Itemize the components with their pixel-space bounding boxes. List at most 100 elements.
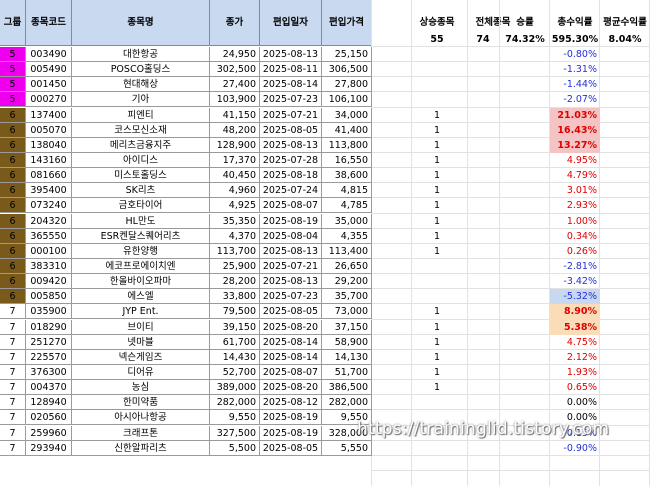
- cell-close[interactable]: 79,500: [210, 304, 260, 319]
- cell-group[interactable]: 6: [0, 244, 26, 259]
- cell-return[interactable]: -0.90%: [550, 441, 600, 456]
- cell-up-flag[interactable]: 1: [412, 304, 462, 319]
- cell-close[interactable]: 282,000: [210, 395, 260, 410]
- cell-close[interactable]: 103,900: [210, 92, 260, 107]
- cell-name[interactable]: 한올바이오파마: [72, 274, 210, 289]
- cell-close[interactable]: 128,900: [210, 138, 260, 153]
- cell-date[interactable]: 2025-08-14: [260, 77, 322, 92]
- cell-date[interactable]: 2025-08-19: [260, 214, 322, 229]
- cell-code[interactable]: 137400: [26, 108, 72, 123]
- cell-date[interactable]: 2025-08-18: [260, 168, 322, 183]
- cell-code[interactable]: 365550: [26, 229, 72, 244]
- cell-name[interactable]: 넥슨게임즈: [72, 350, 210, 365]
- cell-return[interactable]: 13.27%: [550, 138, 600, 153]
- cell-close[interactable]: 25,900: [210, 259, 260, 274]
- header-name[interactable]: 종목명: [72, 0, 210, 46]
- cell-name[interactable]: 코스모신소재: [72, 123, 210, 138]
- cell-up-flag[interactable]: 1: [412, 108, 462, 123]
- cell-close[interactable]: 302,500: [210, 62, 260, 77]
- cell-code[interactable]: 293940: [26, 441, 72, 456]
- cell-up-flag[interactable]: 1: [412, 153, 462, 168]
- cell-date[interactable]: 2025-08-12: [260, 395, 322, 410]
- cell-code[interactable]: 073240: [26, 198, 72, 213]
- cell-close[interactable]: 48,200: [210, 123, 260, 138]
- cell-entry[interactable]: 306,500: [322, 62, 372, 77]
- cell-up-flag[interactable]: 1: [412, 123, 462, 138]
- cell-date[interactable]: 2025-07-21: [260, 259, 322, 274]
- cell-entry[interactable]: 73,000: [322, 304, 372, 319]
- cell-entry[interactable]: 113,800: [322, 138, 372, 153]
- cell-group[interactable]: 6: [0, 168, 26, 183]
- cell-entry[interactable]: 4,355: [322, 229, 372, 244]
- cell-close[interactable]: 27,400: [210, 77, 260, 92]
- cell-group[interactable]: 7: [0, 426, 26, 441]
- cell-close[interactable]: 14,430: [210, 350, 260, 365]
- cell-group[interactable]: 7: [0, 441, 26, 456]
- cell-name[interactable]: 메리츠금융지주: [72, 138, 210, 153]
- cell-name[interactable]: ESR켄달스퀘어리츠: [72, 229, 210, 244]
- cell-date[interactable]: 2025-08-07: [260, 365, 322, 380]
- cell-name[interactable]: 피엔티: [72, 108, 210, 123]
- cell-return[interactable]: 1.93%: [550, 365, 600, 380]
- cell-group[interactable]: 7: [0, 380, 26, 395]
- cell-code[interactable]: 018290: [26, 320, 72, 335]
- cell-close[interactable]: 327,500: [210, 426, 260, 441]
- cell-return[interactable]: 3.01%: [550, 183, 600, 198]
- cell-up-flag[interactable]: 1: [412, 198, 462, 213]
- cell-name[interactable]: JYP Ent.: [72, 304, 210, 319]
- cell-return[interactable]: 4.75%: [550, 335, 600, 350]
- cell-entry[interactable]: 16,550: [322, 153, 372, 168]
- cell-return[interactable]: 16.43%: [550, 123, 600, 138]
- cell-return[interactable]: -2.81%: [550, 259, 600, 274]
- cell-close[interactable]: 39,150: [210, 320, 260, 335]
- cell-date[interactable]: 2025-08-05: [260, 123, 322, 138]
- cell-code[interactable]: 138040: [26, 138, 72, 153]
- cell-up-flag[interactable]: [412, 77, 462, 92]
- cell-group[interactable]: 6: [0, 153, 26, 168]
- cell-name[interactable]: 금호타이어: [72, 198, 210, 213]
- cell-group[interactable]: 5: [0, 62, 26, 77]
- cell-date[interactable]: 2025-08-14: [260, 335, 322, 350]
- cell-date[interactable]: 2025-07-28: [260, 153, 322, 168]
- cell-name[interactable]: POSCO홀딩스: [72, 62, 210, 77]
- cell-date[interactable]: 2025-08-05: [260, 441, 322, 456]
- cell-up-flag[interactable]: 1: [412, 365, 462, 380]
- cell-return[interactable]: -1.31%: [550, 62, 600, 77]
- cell-date[interactable]: 2025-08-20: [260, 320, 322, 335]
- cell-up-flag[interactable]: [412, 62, 462, 77]
- cell-entry[interactable]: 34,000: [322, 108, 372, 123]
- cell-code[interactable]: 005490: [26, 62, 72, 77]
- header-close[interactable]: 종가: [210, 0, 260, 46]
- cell-group[interactable]: 6: [0, 123, 26, 138]
- cell-code[interactable]: 035900: [26, 304, 72, 319]
- cell-name[interactable]: 에코프로에이치엔: [72, 259, 210, 274]
- cell-up-flag[interactable]: 1: [412, 350, 462, 365]
- cell-entry[interactable]: 4,785: [322, 198, 372, 213]
- cell-code[interactable]: 143160: [26, 153, 72, 168]
- cell-return[interactable]: 21.03%: [550, 108, 600, 123]
- cell-up-flag[interactable]: [412, 441, 462, 456]
- cell-code[interactable]: 395400: [26, 183, 72, 198]
- header-entry[interactable]: 편입가격: [322, 0, 372, 46]
- cell-close[interactable]: 4,960: [210, 183, 260, 198]
- cell-up-flag[interactable]: [412, 289, 462, 304]
- cell-entry[interactable]: 51,700: [322, 365, 372, 380]
- cell-name[interactable]: 디어유: [72, 365, 210, 380]
- cell-date[interactable]: 2025-08-07: [260, 198, 322, 213]
- cell-group[interactable]: 6: [0, 183, 26, 198]
- cell-entry[interactable]: 113,400: [322, 244, 372, 259]
- cell-date[interactable]: 2025-07-21: [260, 108, 322, 123]
- cell-return[interactable]: -1.44%: [550, 77, 600, 92]
- summary-value-winrate[interactable]: 74.32%: [500, 32, 550, 47]
- cell-code[interactable]: 376300: [26, 365, 72, 380]
- cell-return[interactable]: -0.80%: [550, 47, 600, 62]
- cell-code[interactable]: 005070: [26, 123, 72, 138]
- cell-close[interactable]: 35,350: [210, 214, 260, 229]
- cell-date[interactable]: 2025-08-13: [260, 138, 322, 153]
- cell-close[interactable]: 40,450: [210, 168, 260, 183]
- cell-group[interactable]: 7: [0, 335, 26, 350]
- cell-entry[interactable]: 38,600: [322, 168, 372, 183]
- cell-date[interactable]: 2025-07-24: [260, 183, 322, 198]
- cell-group[interactable]: 5: [0, 92, 26, 107]
- cell-date[interactable]: 2025-08-04: [260, 229, 322, 244]
